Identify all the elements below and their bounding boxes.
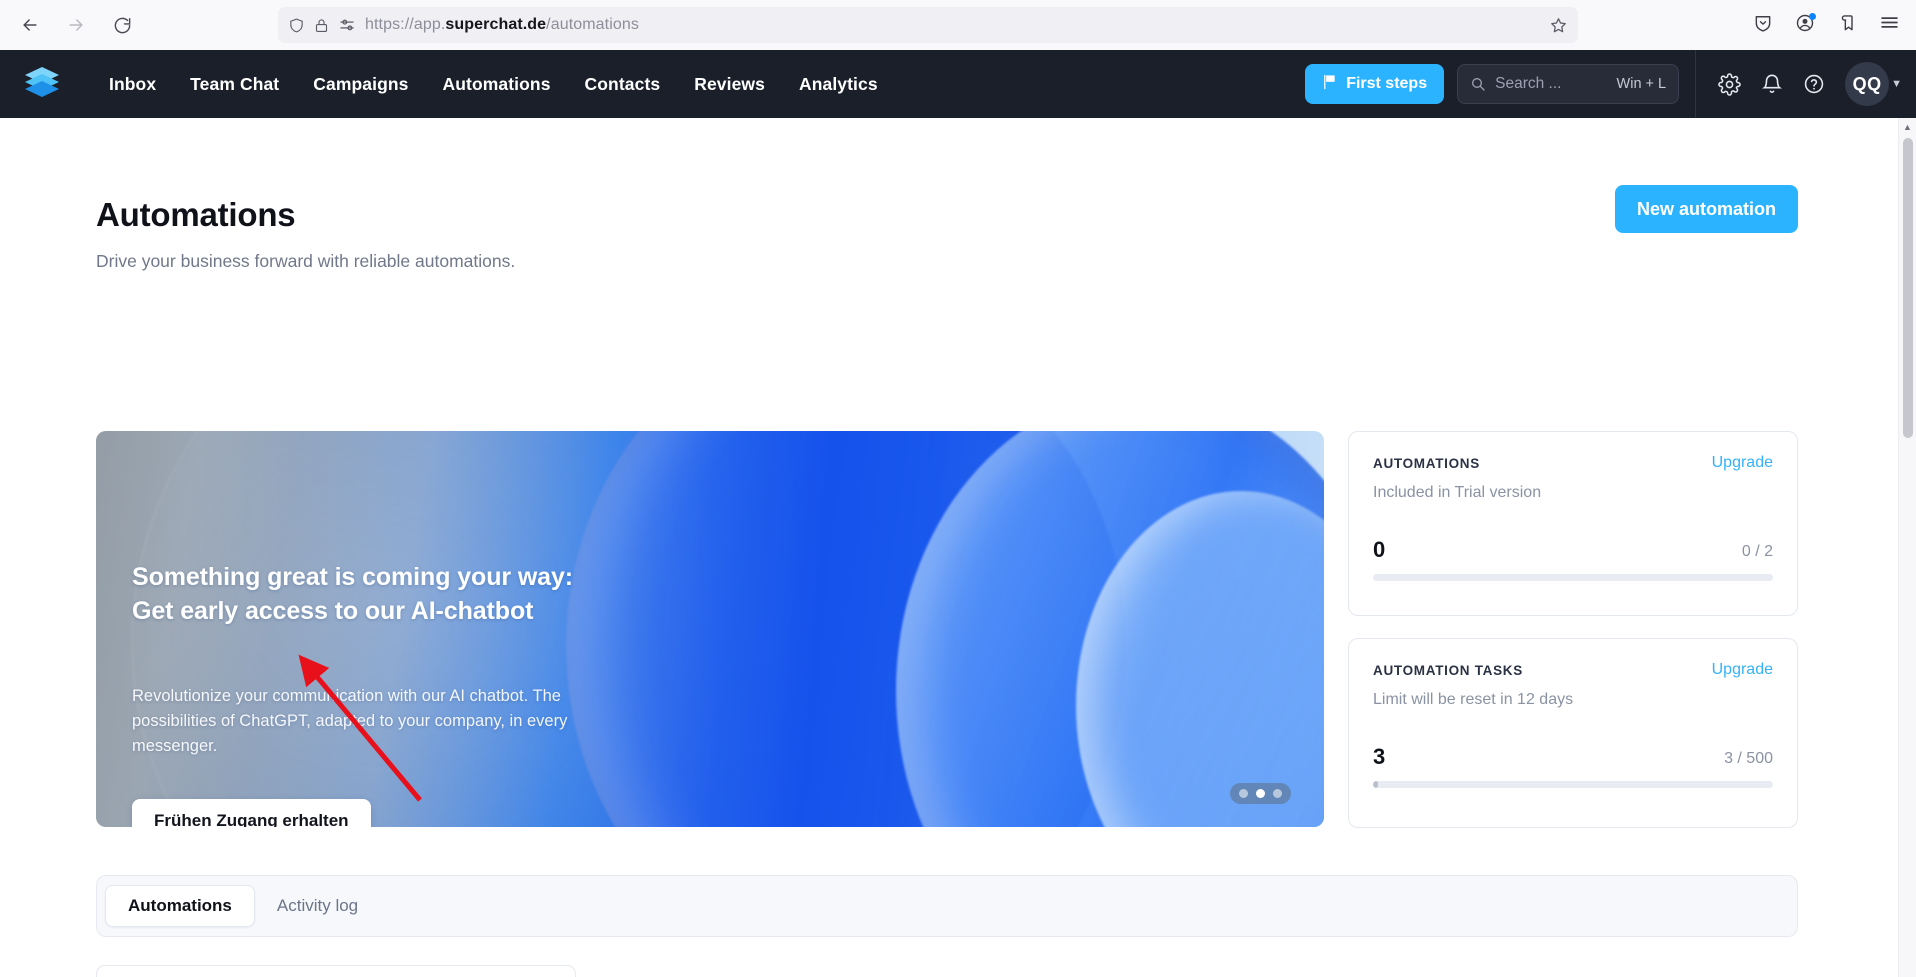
page-title: Automations [96,196,296,233]
nav-item-contacts[interactable]: Contacts [568,66,678,103]
account-button[interactable] [1786,7,1824,43]
forward-arrow-icon [66,15,86,35]
automations-quota-note: Included in Trial version [1373,484,1542,501]
banner-overlay [96,431,716,827]
superchat-layers-logo[interactable] [18,60,66,108]
back-arrow-icon [20,15,40,35]
chevron-down-icon[interactable]: ▼ [1891,78,1902,90]
automation-tasks-quota-progress [1373,781,1773,788]
automation-tasks-quota-label: AUTOMATION TASKS [1373,662,1523,678]
bell-icon[interactable] [1761,73,1783,95]
pocket-save-icon [1753,13,1773,38]
automation-tasks-quota-ratio: 3 / 500 [1724,750,1773,767]
automations-quota-ratio: 0 / 2 [1741,543,1773,560]
tab-bar: Automations Activity log [96,875,1798,937]
automations-quota-count: 0 [1373,537,1386,562]
app-header: Inbox Team Chat Campaigns Automations Co… [0,50,1916,118]
tab-automations[interactable]: Automations [105,885,255,927]
carousel-dot-1[interactable] [1239,789,1248,798]
automations-upgrade-link[interactable]: Upgrade [1712,454,1773,472]
reload-button[interactable] [102,7,142,43]
help-circle-icon[interactable] [1803,73,1825,95]
first-steps-label: First steps [1346,75,1428,92]
automations-search-field[interactable]: Search... [96,965,576,977]
automation-tasks-quota-progress-fill [1373,781,1378,788]
extensions-icon [1837,13,1857,38]
carousel-dot-2[interactable] [1256,789,1265,798]
shield-icon [288,17,305,34]
pocket-save-button[interactable] [1744,7,1782,43]
gear-icon[interactable] [1718,72,1741,96]
nav-item-reviews[interactable]: Reviews [677,66,782,103]
automations-quota-card: AUTOMATIONS Upgrade Included in Trial ve… [1348,431,1798,616]
browser-right-controls [1744,7,1908,43]
browser-toolbar: https://app.superchat.de/automations [0,0,1916,50]
reload-icon [113,16,132,35]
nav-item-inbox[interactable]: Inbox [92,66,173,103]
extensions-button[interactable] [1828,7,1866,43]
user-menu[interactable]: QQ ▼ [1845,62,1902,106]
automation-tasks-quota-card: AUTOMATION TASKS Upgrade Limit will be r… [1348,638,1798,828]
url-text[interactable]: https://app.superchat.de/automations [365,16,1549,34]
banner-title: Something great is coming your way: Get … [132,563,574,625]
hamburger-menu-icon [1879,12,1900,38]
carousel-dots[interactable] [1230,783,1291,804]
early-access-button[interactable]: Frühen Zugang erhalten [132,799,371,827]
automation-tasks-quota-note: Limit will be reset in 12 days [1373,691,1574,708]
menu-button[interactable] [1870,7,1908,43]
nav-item-team-chat[interactable]: Team Chat [173,66,296,103]
automations-quota-progress [1373,574,1773,581]
automations-quota-label: AUTOMATIONS [1373,455,1480,471]
page-content: Automations Drive your business forward … [0,118,1898,977]
star-icon[interactable] [1549,16,1568,35]
header-right-controls: First steps Search ... Win + L QQ ▼ [1305,50,1916,118]
tab-activity-log[interactable]: Activity log [255,886,380,926]
promo-banner[interactable]: Something great is coming your way: Get … [96,431,1324,827]
nav-item-automations[interactable]: Automations [425,66,567,103]
header-search-placeholder: Search ... [1495,75,1562,92]
forward-button[interactable] [56,7,96,43]
permissions-icon[interactable] [338,17,356,33]
carousel-dot-3[interactable] [1273,789,1282,798]
automation-tasks-upgrade-link[interactable]: Upgrade [1712,661,1773,679]
page-subtitle: Drive your business forward with reliabl… [96,251,516,271]
avatar[interactable]: QQ [1845,62,1890,106]
automation-tasks-quota-count: 3 [1373,744,1386,769]
browser-nav-buttons [0,7,142,43]
nav-item-analytics[interactable]: Analytics [782,66,895,103]
banner-description: Revolutionize your communication with ou… [132,687,568,756]
scrollbar-thumb[interactable] [1903,138,1913,438]
address-bar[interactable]: https://app.superchat.de/automations [278,7,1578,43]
flag-icon [1322,74,1337,95]
new-automation-button[interactable]: New automation [1614,185,1798,233]
page-scrollbar[interactable]: ▲ [1898,118,1916,977]
primary-nav: Inbox Team Chat Campaigns Automations Co… [92,66,895,103]
scroll-up-arrow-icon[interactable]: ▲ [1899,118,1916,136]
lock-icon [314,18,329,33]
header-search-shortcut: Win + L [1616,76,1667,92]
header-icon-group: QQ ▼ [1696,62,1916,106]
header-search-box[interactable]: Search ... Win + L [1457,64,1680,104]
nav-item-campaigns[interactable]: Campaigns [296,66,425,103]
back-button[interactable] [10,7,50,43]
search-icon [1470,76,1486,92]
account-notification-dot [1809,13,1816,20]
first-steps-button[interactable]: First steps [1305,64,1445,104]
